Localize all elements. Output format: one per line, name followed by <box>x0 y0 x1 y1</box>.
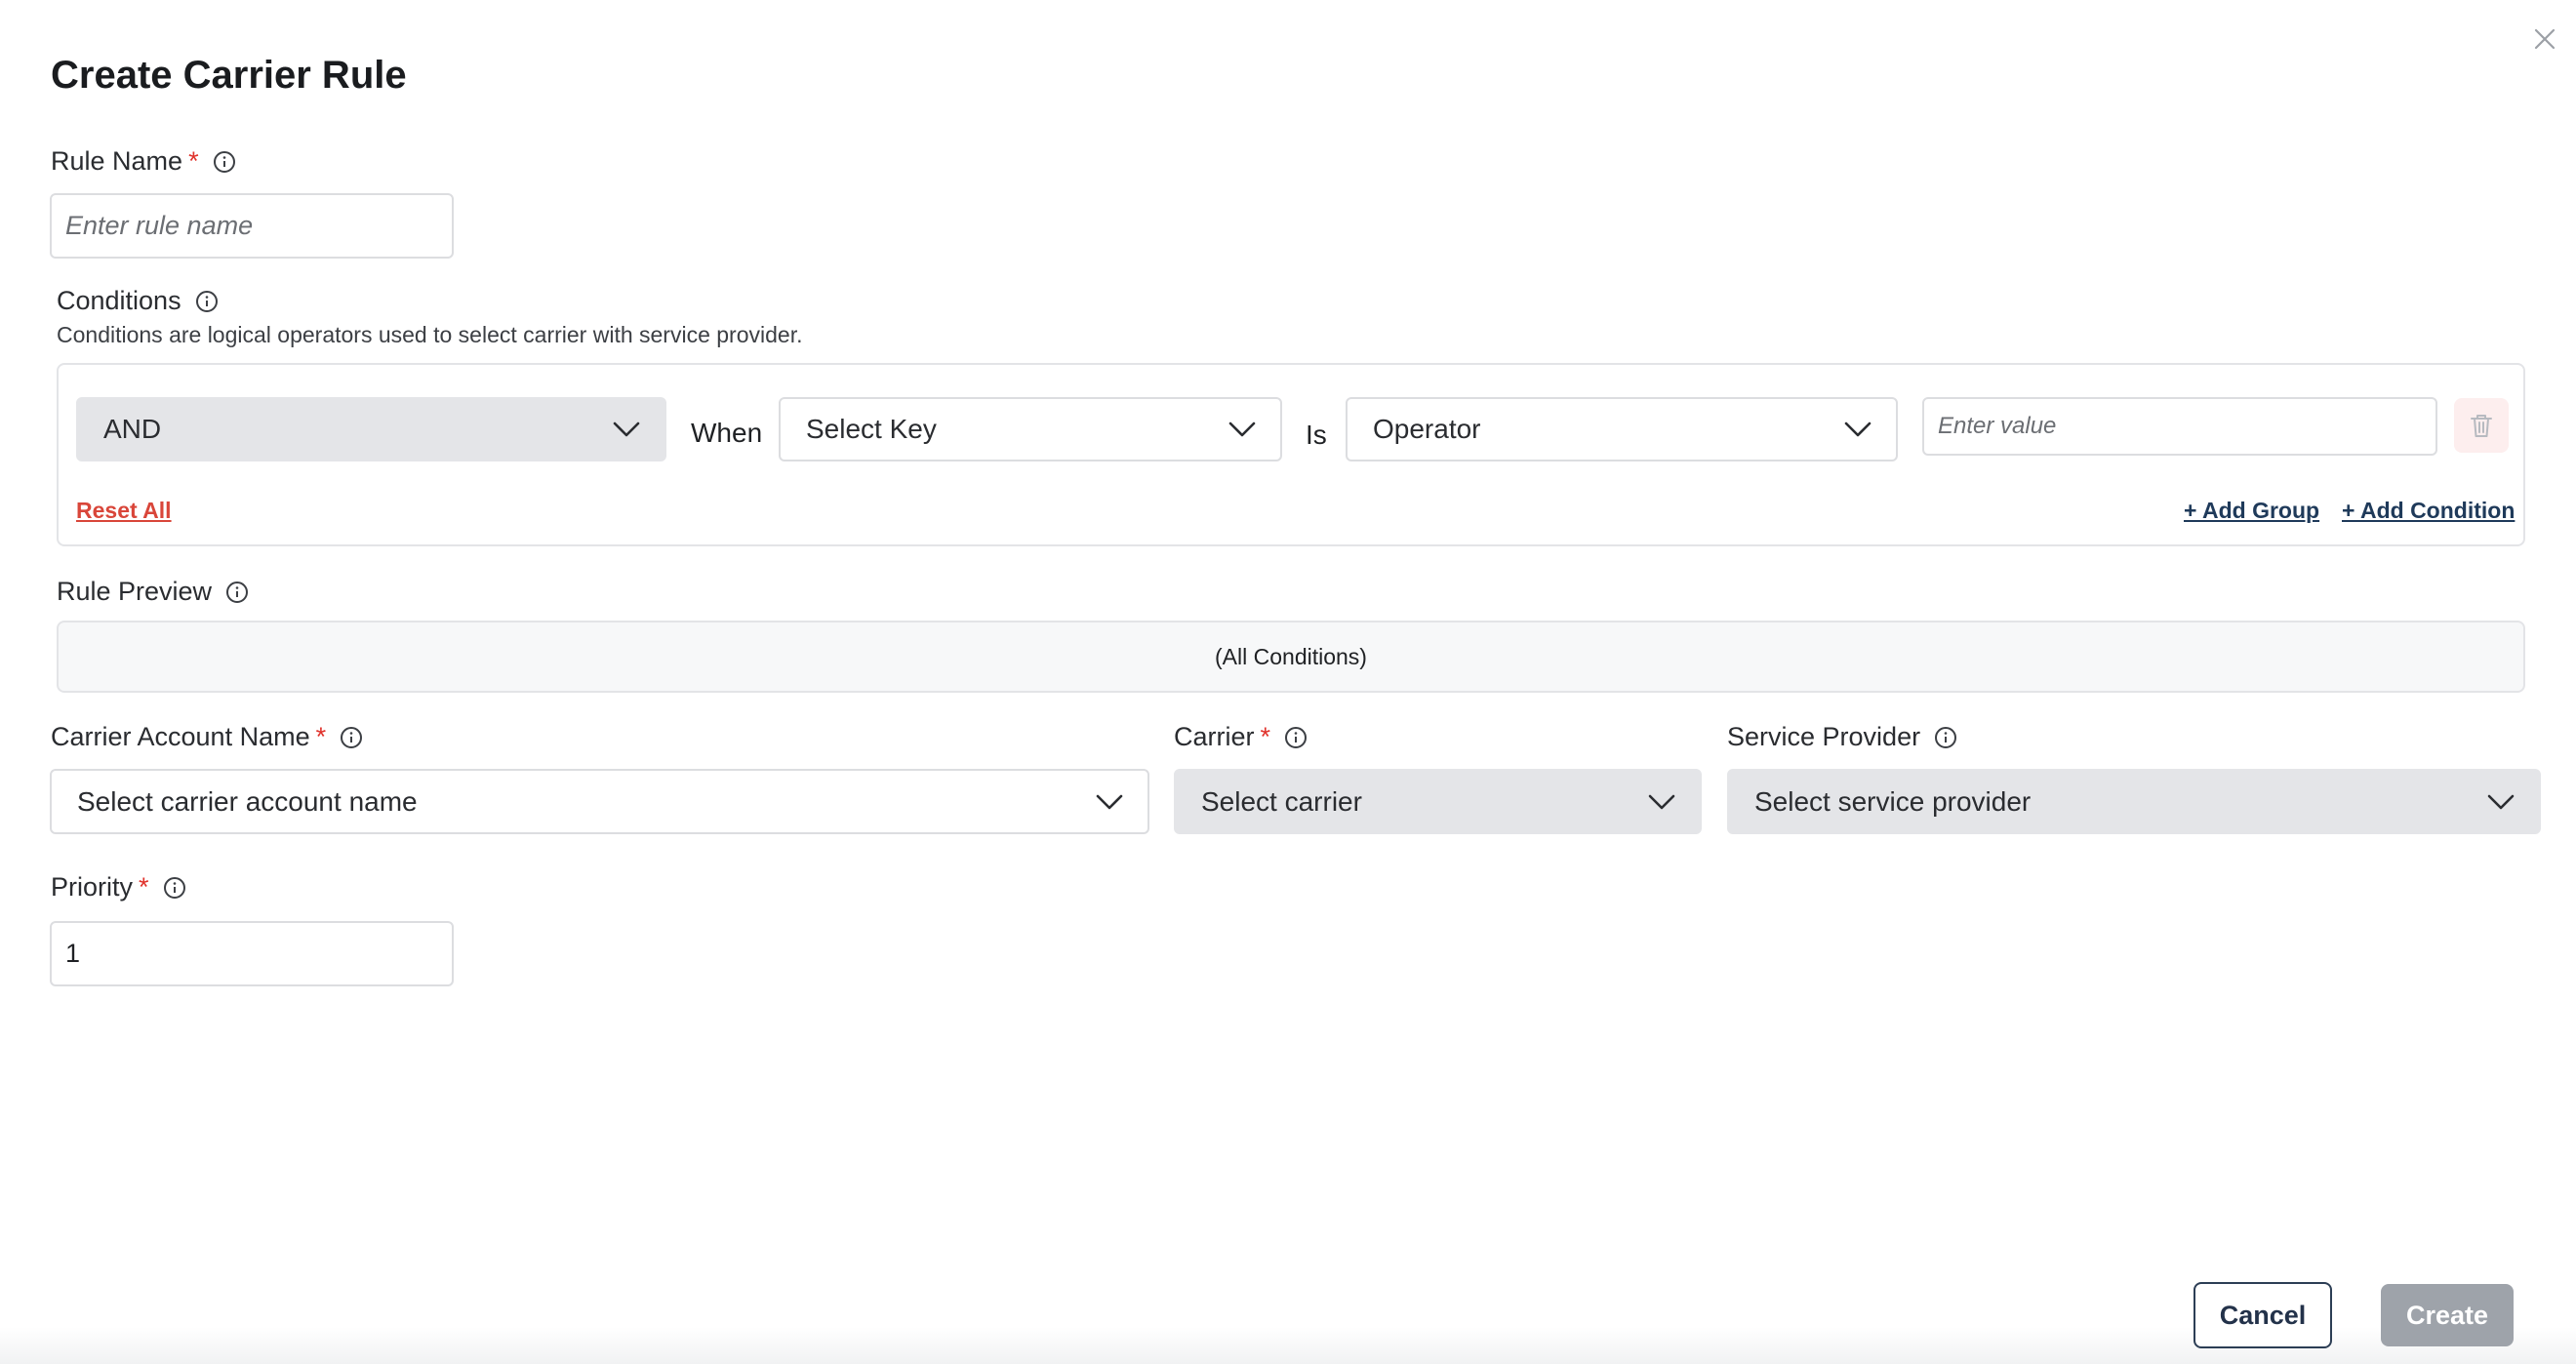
service-provider-label: Service Provider <box>1727 722 1957 752</box>
close-button[interactable] <box>2525 20 2564 59</box>
required-mark: * <box>1260 722 1271 751</box>
info-icon[interactable] <box>225 581 249 604</box>
carrier-account-label-text: Carrier Account Name <box>51 722 310 751</box>
carrier-select[interactable]: Select carrier <box>1174 769 1702 834</box>
priority-label-text: Priority <box>51 872 134 902</box>
carrier-account-placeholder: Select carrier account name <box>77 785 418 817</box>
info-icon[interactable] <box>213 150 236 174</box>
rule-preview-label-text: Rule Preview <box>57 577 213 606</box>
info-icon[interactable] <box>163 876 186 900</box>
condition-operator-select[interactable]: Operator <box>1346 397 1898 461</box>
conditions-helper-text: Conditions are logical operators used to… <box>57 322 803 347</box>
info-icon[interactable] <box>340 726 363 749</box>
close-icon <box>2534 28 2556 50</box>
rule-preview-text: (All Conditions) <box>1215 643 1367 669</box>
condition-key-placeholder: Select Key <box>806 414 937 444</box>
condition-operator-placeholder: Operator <box>1373 414 1481 444</box>
priority-input[interactable] <box>50 921 454 986</box>
required-mark: * <box>139 872 149 902</box>
chevron-down-icon <box>1647 793 1676 811</box>
logic-operator-value: AND <box>103 414 162 444</box>
carrier-label-text: Carrier <box>1174 722 1255 751</box>
rule-name-label-text: Rule Name <box>51 146 183 176</box>
info-icon[interactable] <box>195 290 219 313</box>
chevron-down-icon <box>1843 421 1872 438</box>
logic-operator-select[interactable]: AND <box>76 397 666 461</box>
service-provider-placeholder: Select service provider <box>1754 785 2032 817</box>
carrier-account-select[interactable]: Select carrier account name <box>50 769 1149 834</box>
dialog-title: Create Carrier Rule <box>51 54 407 97</box>
info-icon[interactable] <box>1284 726 1308 749</box>
add-condition-link[interactable]: + Add Condition <box>2342 498 2515 524</box>
chevron-down-icon <box>1095 793 1124 811</box>
conditions-label-text: Conditions <box>57 286 181 315</box>
rule-preview-label: Rule Preview <box>57 577 249 607</box>
carrier-label: Carrier * <box>1174 722 1308 752</box>
required-mark: * <box>188 146 199 176</box>
service-provider-label-text: Service Provider <box>1727 722 1921 751</box>
carrier-account-label: Carrier Account Name * <box>51 722 363 752</box>
footer-shadow <box>0 1327 2576 1364</box>
reset-all-link[interactable]: Reset All <box>76 498 172 524</box>
rule-preview-box: (All Conditions) <box>57 621 2525 693</box>
add-group-link[interactable]: + Add Group <box>2184 498 2319 524</box>
create-button[interactable]: Create <box>2381 1284 2514 1346</box>
priority-label: Priority * <box>51 872 186 903</box>
required-mark: * <box>315 722 327 751</box>
chevron-down-icon <box>612 421 641 438</box>
condition-key-select[interactable]: Select Key <box>779 397 1282 461</box>
info-icon[interactable] <box>1934 726 1957 749</box>
carrier-placeholder: Select carrier <box>1201 785 1362 817</box>
service-provider-select[interactable]: Select service provider <box>1727 769 2541 834</box>
condition-value-input[interactable] <box>1922 397 2437 456</box>
cancel-button[interactable]: Cancel <box>2194 1282 2332 1348</box>
chevron-down-icon <box>1228 421 1257 438</box>
conditions-label: Conditions <box>57 286 219 316</box>
chevron-down-icon <box>2486 793 2516 811</box>
when-label: When <box>691 418 763 448</box>
delete-condition-button[interactable] <box>2454 398 2509 453</box>
trash-icon <box>2471 415 2492 437</box>
is-label: Is <box>1306 420 1327 450</box>
rule-name-input[interactable] <box>50 193 454 259</box>
rule-name-label: Rule Name * <box>51 146 236 177</box>
